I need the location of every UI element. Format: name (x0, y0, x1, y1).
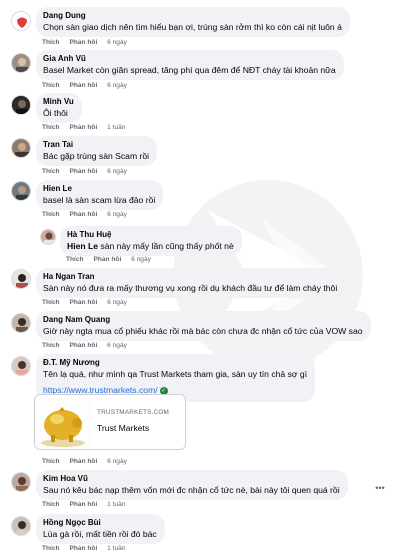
comment-text: Sàn này nó đưa ra mấy thương vụ xong rồi… (43, 283, 338, 293)
comment-bubble: Tran Tai Bác gặp trúng sàn Scam rồi (36, 136, 158, 166)
comment-bubble: Gia Anh Vũ Basel Market còn giãn spread,… (36, 50, 344, 80)
comment-text: Basel Market còn giãn spread, tăng phí q… (43, 65, 336, 75)
reply-button[interactable]: Phản hồi (69, 501, 97, 508)
reply-button[interactable]: Phản hồi (69, 82, 97, 89)
comment-timestamp[interactable]: 6 ngày (107, 211, 127, 218)
comment-author[interactable]: Dang Nam Quang (43, 314, 363, 325)
comment-bubble: Minh Vu Ôi thôi (36, 93, 82, 123)
comment-author[interactable]: Hien Le (43, 183, 155, 194)
ellipsis-icon[interactable]: ••• (374, 483, 386, 495)
reply-button[interactable]: Phản hồi (93, 256, 121, 263)
reply-text: sàn này mấy lần cũng thấy phốt nè (100, 241, 234, 251)
avatar[interactable] (11, 472, 31, 492)
comment-timestamp[interactable]: 6 ngày (107, 299, 127, 306)
comment-text: Lùa gà rồi, mất tiền rồi đó bác (43, 529, 157, 539)
comment-bubble: Hien Le basel là sàn scam lừa đảo rồi (36, 180, 164, 210)
comment-timestamp[interactable]: 6 ngày (107, 39, 127, 46)
reply-button[interactable]: Phản hồi (69, 545, 97, 552)
comment-bubble: Kim Hoa Vũ Sau nó kêu bác nạp thêm vốn m… (36, 470, 348, 500)
comment-actions: Thích Phản hồi 6 ngày (42, 168, 127, 175)
like-button[interactable]: Thích (42, 39, 60, 46)
avatar[interactable] (11, 516, 31, 536)
comment-author[interactable]: Dang Dung (43, 10, 342, 21)
avatar[interactable] (11, 181, 31, 201)
comment-author[interactable]: Ha Ngan Tran (43, 271, 337, 282)
mention-tag[interactable]: Hien Le (67, 241, 98, 251)
link-domain: TRUSTMARKETS.COM (97, 409, 170, 416)
avatar[interactable] (11, 356, 31, 376)
reply-button[interactable]: Phản hồi (69, 299, 97, 306)
like-button[interactable]: Thích (42, 342, 60, 349)
reply-button[interactable]: Phản hồi (69, 342, 97, 349)
comment-actions: Thích Phản hồi 6 ngày (42, 39, 127, 46)
reply-button[interactable]: Phản hồi (69, 458, 97, 465)
reply-button[interactable]: Phản hồi (69, 124, 97, 131)
comment-timestamp[interactable]: 6 ngày (107, 458, 127, 465)
comment-author[interactable]: Hồng Ngọc Bùi (43, 517, 157, 528)
comment-bubble: Hồng Ngọc Bùi Lùa gà rồi, mất tiền rồi đ… (36, 514, 165, 544)
comment-actions: Thích Phản hồi 6 ngày (42, 299, 127, 306)
comment-actions: Thích Phản hồi 6 ngày (42, 82, 127, 89)
comment-text: Sau nó kêu bác nạp thêm vốn mới đc nhận … (43, 485, 340, 495)
comment-timestamp[interactable]: 6 ngày (107, 82, 127, 89)
comment-actions: Thích Phản hồi 6 ngày (42, 211, 127, 218)
comment-timestamp[interactable]: 6 ngày (107, 342, 127, 349)
comment-actions: Thích Phản hồi 6 ngày (42, 342, 127, 349)
avatar[interactable] (11, 53, 31, 73)
comment-timestamp[interactable]: 1 tuần (107, 501, 125, 508)
comment-timestamp[interactable]: 1 tuần (107, 124, 125, 131)
comment-author[interactable]: Hà Thu Huệ (67, 229, 234, 240)
link-title[interactable]: Trust Markets (97, 423, 149, 433)
comment-bubble: Ha Ngan Tran Sàn này nó đưa ra mấy thươn… (36, 268, 346, 298)
like-button[interactable]: Thích (42, 299, 60, 306)
comment-timestamp[interactable]: 6 ngày (131, 256, 151, 263)
comment-text: Bác gặp trúng sàn Scam rồi (43, 151, 150, 161)
reply-button[interactable]: Phản hồi (69, 39, 97, 46)
avatar[interactable] (11, 95, 31, 115)
like-button[interactable]: Thích (42, 211, 60, 218)
comment-author[interactable]: Kim Hoa Vũ (43, 473, 340, 484)
avatar[interactable] (11, 11, 31, 31)
comment-actions: Thích Phản hồi 6 ngày (66, 256, 151, 263)
link-thumbnail (35, 395, 91, 449)
reply-button[interactable]: Phản hồi (69, 211, 97, 218)
avatar[interactable] (11, 138, 31, 158)
like-button[interactable]: Thích (42, 168, 60, 175)
comment-bubble: Hà Thu Huệ Hien Le sàn này mấy lần cũng … (60, 226, 242, 256)
comment-actions: Thích Phản hồi 1 tuần (42, 124, 125, 131)
like-button[interactable]: Thích (42, 458, 60, 465)
like-button[interactable]: Thích (42, 124, 60, 131)
comment-actions: Thích Phản hồi 6 ngày (42, 458, 127, 465)
comment-timestamp[interactable]: 6 ngày (107, 168, 127, 175)
comment-actions: Thích Phản hồi 1 tuần (42, 501, 125, 508)
comment-author[interactable]: Minh Vu (43, 96, 74, 107)
avatar[interactable] (11, 269, 31, 289)
like-button[interactable]: Thích (42, 545, 60, 552)
avatar[interactable] (40, 229, 56, 245)
comment-bubble: Dang Nam Quang Giờ này ngta mua cổ phiếu… (36, 311, 371, 341)
comment-text: Giờ này ngta mua cổ phiếu khác rồi mà bá… (43, 326, 363, 336)
comment-text: Chọn sàn giao dịch nên tìm hiểu bạn ơi, … (43, 22, 342, 32)
like-button[interactable]: Thích (42, 501, 60, 508)
comment-timestamp[interactable]: 1 tuần (107, 545, 125, 552)
comment-bubble: Dang Dung Chọn sàn giao dịch nên tìm hiể… (36, 7, 350, 37)
comment-text: Hien Le sàn này mấy lần cũng thấy phốt n… (67, 240, 234, 252)
reply-button[interactable]: Phản hồi (69, 168, 97, 175)
comment-actions: Thích Phản hồi 1 tuần (42, 545, 125, 552)
comment-text: basel là sàn scam lừa đảo rồi (43, 195, 156, 205)
like-button[interactable]: Thích (42, 82, 60, 89)
comment-author[interactable]: Đ.T. Mỹ Nương (43, 357, 307, 368)
comment-text: Ôi thôi (43, 108, 68, 118)
avatar[interactable] (11, 313, 31, 333)
comment-author[interactable]: Tran Tai (43, 139, 149, 150)
comment-text: Tên lạ quá, như mình qa Trust Markets th… (43, 369, 308, 379)
comment-author[interactable]: Gia Anh Vũ (43, 53, 336, 64)
link-preview-card[interactable]: TRUSTMARKETS.COM Trust Markets (34, 394, 186, 450)
like-button[interactable]: Thích (66, 256, 84, 263)
